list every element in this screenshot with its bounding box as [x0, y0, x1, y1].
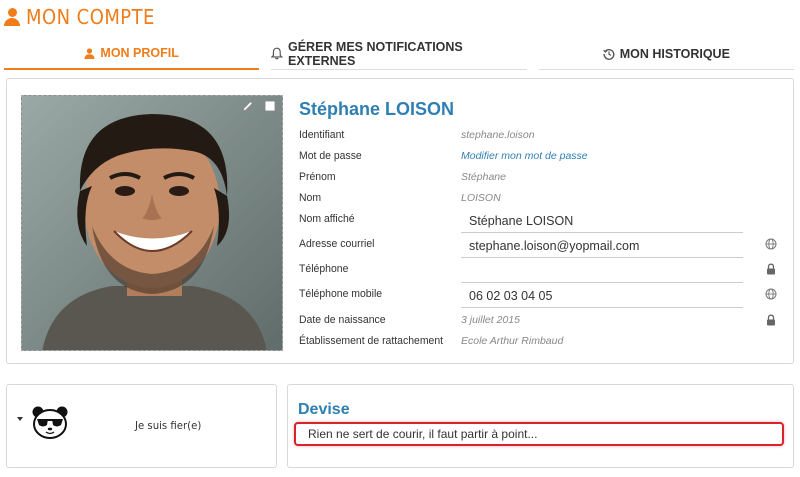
field-etablissement: Établissement de rattachement Ecole Arth… [299, 331, 777, 353]
field-adresse-courriel: Adresse courriel [299, 234, 777, 258]
pencil-icon[interactable] [242, 100, 254, 112]
field-label: Téléphone [299, 263, 349, 275]
user-icon [84, 47, 95, 59]
field-value: Ecole Arthur Rimbaud [461, 335, 564, 347]
page-title: MON COMPTE [26, 5, 155, 29]
field-label: Nom [299, 192, 322, 204]
field-label: Téléphone mobile [299, 288, 383, 300]
field-label: Prénom [299, 171, 336, 183]
field-label: Établissement de rattachement [299, 335, 444, 347]
field-telephone-mobile: Téléphone mobile [299, 284, 777, 308]
change-password-link[interactable]: Modifier mon mot de passe [461, 150, 588, 162]
mood-label: Je suis fier(e) [135, 419, 202, 432]
user-icon [4, 8, 20, 26]
profile-photo[interactable] [21, 95, 283, 351]
page-header: MON COMPTE [4, 4, 169, 30]
tab-notifications-externes[interactable]: GÉRER MES NOTIFICATIONS EXTERNES [271, 38, 527, 70]
devise-input[interactable] [294, 422, 784, 446]
field-label: Identifiant [299, 129, 345, 141]
lock-icon[interactable] [765, 314, 777, 326]
field-label: Mot de passe [299, 150, 362, 162]
tab-bar: MON PROFIL GÉRER MES NOTIFICATIONS EXTER… [4, 38, 800, 70]
mood-card[interactable]: Je suis fier(e) [6, 384, 277, 468]
globe-icon[interactable] [765, 238, 777, 250]
phone-input[interactable] [461, 259, 743, 283]
tab-mon-historique[interactable]: MON HISTORIQUE [538, 38, 794, 70]
tab-label: GÉRER MES NOTIFICATIONS EXTERNES [287, 39, 463, 68]
field-nom-affiche: Nom affiché [299, 209, 777, 233]
field-prenom: Prénom Stéphane [299, 167, 777, 189]
tab-mon-profil[interactable]: MON PROFIL [4, 38, 260, 70]
field-identifiant: Identifiant stephane.loison [299, 125, 777, 147]
devise-card: Devise [287, 384, 794, 468]
user-full-name: Stéphane LOISON [299, 99, 455, 119]
field-telephone: Téléphone [299, 259, 777, 283]
field-value: 3 juillet 2015 [461, 314, 520, 326]
tab-label: MON PROFIL [100, 46, 179, 60]
field-label: Nom affiché [299, 213, 355, 225]
photo-tools [242, 100, 276, 112]
profile-card: Stéphane LOISON Identifiant stephane.loi… [6, 78, 794, 364]
square-icon[interactable] [264, 100, 276, 112]
field-nom: Nom LOISON [299, 188, 777, 210]
globe-icon[interactable] [765, 288, 777, 300]
field-date-de-naissance: Date de naissance 3 juillet 2015 [299, 310, 777, 332]
avatar [22, 96, 282, 350]
history-icon [602, 48, 615, 60]
email-input[interactable] [461, 234, 743, 258]
field-label: Adresse courriel [299, 238, 375, 250]
display-name-input[interactable] [461, 209, 743, 233]
mobile-phone-input[interactable] [461, 284, 743, 308]
lock-icon[interactable] [765, 263, 777, 275]
field-value: Stéphane [461, 171, 506, 183]
field-mot-de-passe: Mot de passe Modifier mon mot de passe [299, 146, 777, 168]
caret-down-icon[interactable] [17, 417, 23, 421]
tab-label: MON HISTORIQUE [619, 46, 730, 61]
field-label: Date de naissance [299, 314, 386, 326]
bell-icon [271, 47, 283, 60]
devise-title: Devise [298, 401, 350, 418]
field-value: stephane.loison [461, 129, 535, 141]
panda-icon [32, 406, 68, 439]
field-value: LOISON [461, 192, 501, 204]
